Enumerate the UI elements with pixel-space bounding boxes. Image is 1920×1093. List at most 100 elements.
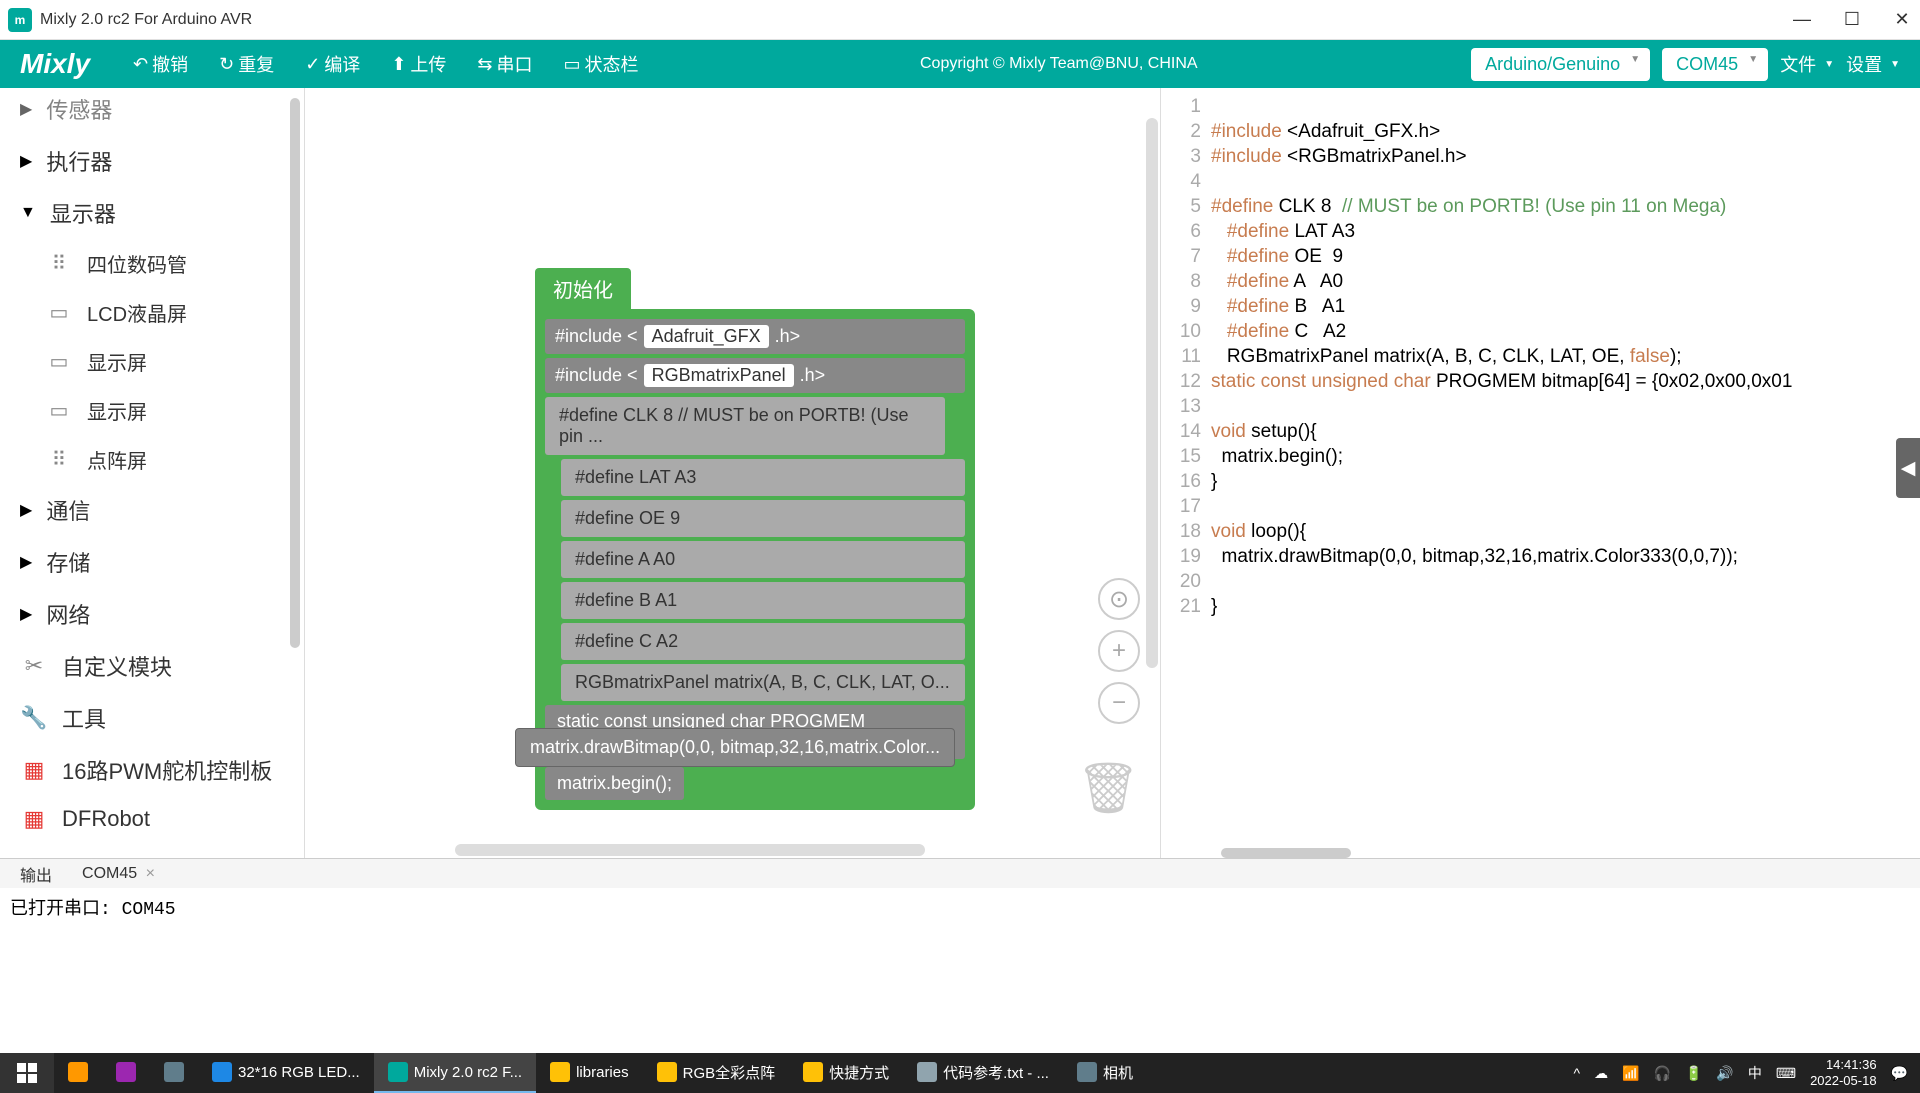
- sidebar-item-display[interactable]: ▼显示器: [0, 187, 304, 239]
- task-app-1[interactable]: [54, 1053, 102, 1093]
- clock[interactable]: 14:41:362022-05-18: [1810, 1057, 1877, 1089]
- console-output: 已打开串口: COM45: [0, 888, 1920, 1053]
- canvas-h-scrollbar[interactable]: [455, 844, 925, 856]
- close-tab-icon[interactable]: ×: [141, 865, 155, 882]
- define-a-block[interactable]: #define A A0: [561, 541, 965, 578]
- matrix-begin-block[interactable]: matrix.begin();: [545, 767, 684, 800]
- sidebar-item-fourdigit[interactable]: ⠿四位数码管: [0, 239, 304, 288]
- define-oe-block[interactable]: #define OE 9: [561, 500, 965, 537]
- trash-icon[interactable]: 🗑: [1077, 759, 1140, 818]
- center-button[interactable]: ⊙: [1098, 578, 1140, 620]
- sidebar-item-dfrobot[interactable]: ▦DFRobot: [0, 796, 304, 842]
- task-shortcut[interactable]: 快捷方式: [789, 1053, 903, 1093]
- line-gutter: 123456789101112131415161718192021: [1161, 88, 1211, 858]
- sidebar-item-custom[interactable]: ✂自定义模块: [0, 640, 304, 692]
- undo-button[interactable]: ↶撤销: [125, 47, 196, 81]
- drawbitmap-block[interactable]: matrix.drawBitmap(0,0, bitmap,32,16,matr…: [515, 728, 955, 767]
- task-libraries[interactable]: libraries: [536, 1053, 643, 1093]
- sidebar-item-network[interactable]: ▶网络: [0, 588, 304, 640]
- matrix-decl-block[interactable]: RGBmatrixPanel matrix(A, B, C, CLK, LAT,…: [561, 664, 965, 701]
- sidebar-item-tools[interactable]: 🔧工具: [0, 692, 304, 744]
- sidebar-item-matrix[interactable]: ⠿点阵屏: [0, 435, 304, 484]
- plug-icon: ⇆: [477, 54, 492, 75]
- chevron-down-icon: ▼: [20, 204, 36, 222]
- sidebar-item-screen1[interactable]: ▭显示屏: [0, 337, 304, 386]
- sidebar-item-screen2[interactable]: ▭显示屏: [0, 386, 304, 435]
- digits-icon: ⠿: [45, 254, 73, 274]
- toolbar: Mixly ↶撤销 ↻重复 ✓编译 ⬆上传 ⇆串口 ▭状态栏 Copyright…: [0, 40, 1920, 88]
- chevron-right-icon: ▶: [20, 604, 32, 624]
- copyright-text: Copyright © Mixly Team@BNU, CHINA: [662, 55, 1457, 73]
- lcd-icon: ▭: [45, 303, 73, 323]
- sidebar-scrollbar[interactable]: [290, 98, 300, 648]
- app-icon: m: [8, 8, 32, 32]
- code-content[interactable]: #include <Adafruit_GFX.h>#include <RGBma…: [1211, 88, 1920, 858]
- sidebar-item-comm[interactable]: ▶通信: [0, 484, 304, 536]
- define-clk-block[interactable]: #define CLK 8 // MUST be on PORTB! (Use …: [545, 397, 945, 455]
- maximize-button[interactable]: ☐: [1842, 10, 1862, 30]
- headphones-icon[interactable]: 🎧: [1654, 1065, 1671, 1082]
- task-app-3[interactable]: [150, 1053, 198, 1093]
- app-icon: [68, 1062, 88, 1082]
- statusbar-button[interactable]: ▭状态栏: [556, 47, 647, 81]
- tab-output[interactable]: 输出: [20, 862, 52, 886]
- sidebar-item-lcd[interactable]: ▭LCD液晶屏: [0, 288, 304, 337]
- redo-button[interactable]: ↻重复: [211, 47, 282, 81]
- task-notepad[interactable]: 代码参考.txt - ...: [903, 1053, 1063, 1093]
- start-button[interactable]: [0, 1053, 54, 1093]
- board-select[interactable]: Arduino/Genuino: [1471, 48, 1650, 81]
- port-select[interactable]: COM45: [1662, 48, 1768, 81]
- sidebar-item-storage[interactable]: ▶存储: [0, 536, 304, 588]
- task-app-2[interactable]: [102, 1053, 150, 1093]
- folder-icon: [550, 1062, 570, 1082]
- serial-button[interactable]: ⇆串口: [469, 47, 540, 81]
- include-rgb-block[interactable]: #include <RGBmatrixPanel .h>: [545, 358, 965, 393]
- logo: Mixly: [20, 48, 90, 80]
- close-button[interactable]: ✕: [1892, 10, 1912, 30]
- volume-icon[interactable]: 🔊: [1716, 1065, 1733, 1082]
- battery-icon[interactable]: 🔋: [1685, 1065, 1702, 1082]
- puzzle-icon: ✂: [20, 656, 48, 676]
- task-mixly[interactable]: Mixly 2.0 rc2 F...: [374, 1053, 536, 1093]
- sidebar-item-pwm[interactable]: ▦16路PWM舵机控制板: [0, 744, 304, 796]
- sidebar-item-sensor[interactable]: ▶传感器: [0, 93, 304, 135]
- blockly-canvas[interactable]: 初始化 #include <Adafruit_GFX .h> #include …: [305, 88, 1160, 858]
- chevron-right-icon: ▶: [20, 500, 32, 520]
- task-rgb-led[interactable]: 32*16 RGB LED...: [198, 1053, 374, 1093]
- define-b-block[interactable]: #define B A1: [561, 582, 965, 619]
- keyboard-icon[interactable]: ⌨: [1776, 1065, 1796, 1082]
- tray-chevron-icon[interactable]: ^: [1574, 1065, 1581, 1081]
- include-gfx-block[interactable]: #include <Adafruit_GFX .h>: [545, 319, 965, 354]
- canvas-controls: ⊙ + −: [1098, 578, 1140, 724]
- zoom-in-button[interactable]: +: [1098, 630, 1140, 672]
- tab-port[interactable]: COM45 ×: [82, 865, 155, 883]
- canvas-v-scrollbar[interactable]: [1146, 118, 1158, 668]
- chevron-right-icon: ▶: [20, 99, 32, 119]
- taskbar: 32*16 RGB LED... Mixly 2.0 rc2 F... libr…: [0, 1053, 1920, 1093]
- bottom-tabs: 输出 COM45 ×: [0, 858, 1920, 888]
- define-lat-block[interactable]: #define LAT A3: [561, 459, 965, 496]
- code-h-scrollbar[interactable]: [1221, 848, 1351, 858]
- ime-icon[interactable]: 中: [1748, 1063, 1762, 1083]
- board-icon: ▦: [20, 809, 48, 829]
- task-rgb-folder[interactable]: RGB全彩点阵: [643, 1053, 790, 1093]
- define-c-block[interactable]: #define C A2: [561, 623, 965, 660]
- task-camera[interactable]: 相机: [1063, 1053, 1147, 1093]
- compile-button[interactable]: ✓编译: [297, 47, 368, 81]
- screen-icon: ▭: [45, 352, 73, 372]
- window-title: Mixly 2.0 rc2 For Arduino AVR: [40, 11, 1792, 29]
- notifications-icon[interactable]: 💬: [1891, 1065, 1908, 1082]
- check-icon: ✓: [305, 54, 320, 75]
- onedrive-icon[interactable]: ☁: [1594, 1065, 1608, 1082]
- settings-menu[interactable]: 设置: [1846, 51, 1900, 77]
- app-icon: [164, 1062, 184, 1082]
- upload-button[interactable]: ⬆上传: [383, 47, 454, 81]
- board-icon: ▦: [20, 760, 48, 780]
- app-icon: [212, 1062, 232, 1082]
- minimize-button[interactable]: —: [1792, 10, 1812, 30]
- file-menu[interactable]: 文件: [1780, 51, 1834, 77]
- sidebar-item-actuator[interactable]: ▶执行器: [0, 135, 304, 187]
- zoom-out-button[interactable]: −: [1098, 682, 1140, 724]
- wifi-icon[interactable]: 📶: [1622, 1065, 1639, 1082]
- code-expand-handle[interactable]: ◀: [1896, 438, 1920, 498]
